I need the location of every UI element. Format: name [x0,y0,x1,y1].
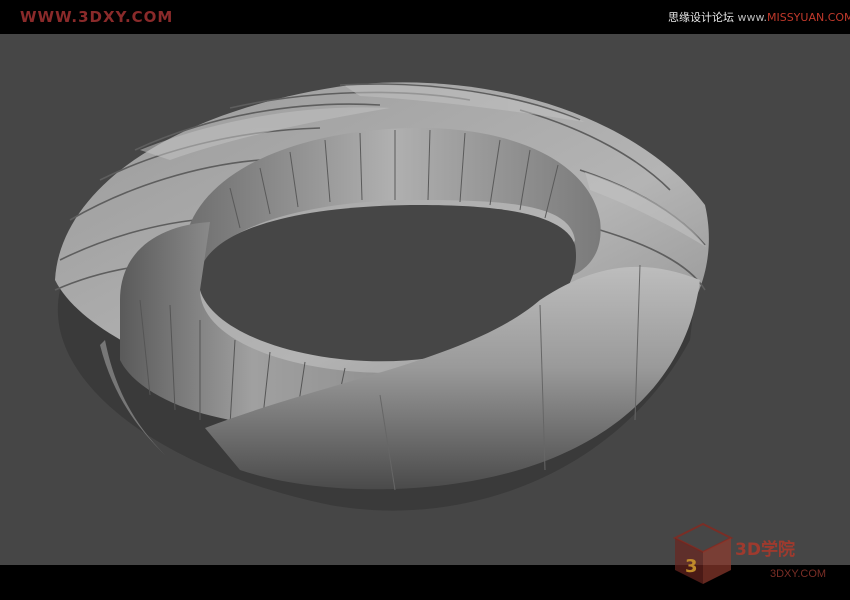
forum-name: 思缘设计论坛 [668,11,734,24]
url-domain: MISSYUAN.COM [766,11,850,24]
logo-title: 3D学院 [735,540,795,560]
screenshot-frame: WWW.3DXY.COM 思缘设计论坛 www.MISSYUAN.COM 3 3… [0,0,850,600]
ring-model [54,82,709,511]
site-watermark-left: WWW.3DXY.COM [20,8,174,26]
3d-viewport [0,34,850,565]
top-letterbox-bar: WWW.3DXY.COM 思缘设计论坛 www.MISSYUAN.COM [0,0,850,34]
site-watermark-right: 思缘设计论坛 www.MISSYUAN.COM [668,9,850,25]
url-prefix: www. [737,11,767,24]
logo-subtitle: 3DXY.COM [770,568,827,580]
svg-text:3: 3 [685,556,698,577]
